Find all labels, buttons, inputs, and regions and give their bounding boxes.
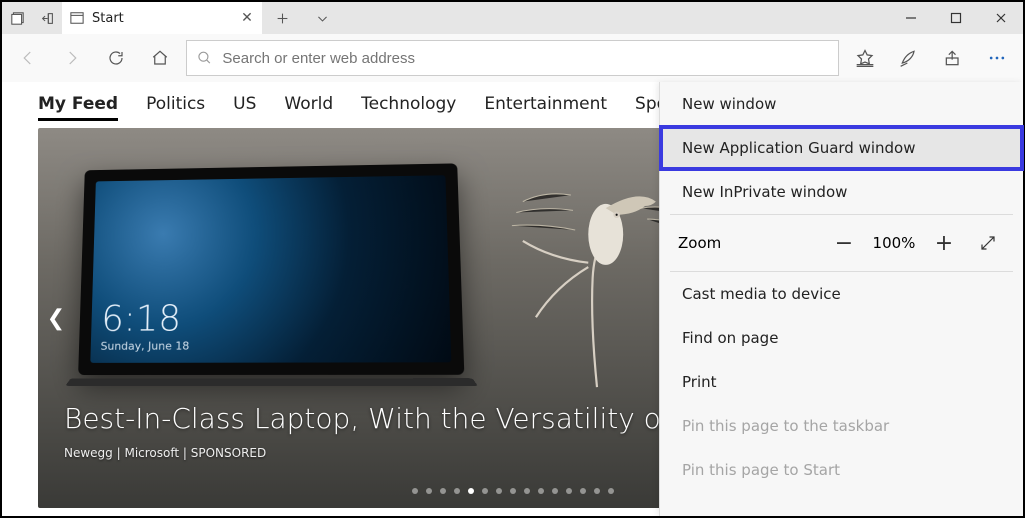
menu-new-window[interactable]: New window xyxy=(660,82,1023,126)
address-input[interactable] xyxy=(220,49,828,68)
carousel-dot[interactable] xyxy=(524,488,530,494)
title-bar: Start ✕ xyxy=(2,2,1023,34)
zoom-out-button[interactable]: − xyxy=(827,226,861,260)
menu-print[interactable]: Print xyxy=(660,360,1023,404)
menu-zoom-row: Zoom − 100% + xyxy=(660,215,1023,271)
carousel-dot[interactable] xyxy=(426,488,432,494)
nav-back-button[interactable] xyxy=(10,40,46,76)
feed-nav-item[interactable]: World xyxy=(284,94,333,121)
tab-start[interactable]: Start ✕ xyxy=(62,2,262,34)
carousel-dot[interactable] xyxy=(412,488,418,494)
feed-nav-item[interactable]: My Feed xyxy=(38,94,118,121)
more-menu: New window New Application Guard window … xyxy=(659,82,1023,516)
menu-pin-taskbar: Pin this page to the taskbar xyxy=(660,404,1023,448)
carousel-dot[interactable] xyxy=(580,488,586,494)
feed-nav-item[interactable]: Politics xyxy=(146,94,205,121)
menu-pin-start: Pin this page to Start xyxy=(660,448,1023,492)
more-button[interactable] xyxy=(979,40,1015,76)
hero-byline: Newegg | Microsoft | SPONSORED xyxy=(64,446,266,460)
feed-nav-item[interactable]: Entertainment xyxy=(484,94,607,121)
set-aside-tabs-icon[interactable] xyxy=(32,2,62,34)
carousel-dot[interactable] xyxy=(608,488,614,494)
feed-nav-item[interactable]: Technology xyxy=(361,94,456,121)
window-minimize-button[interactable] xyxy=(888,2,933,34)
menu-cast[interactable]: Cast media to device xyxy=(660,272,1023,316)
carousel-dot[interactable] xyxy=(510,488,516,494)
nav-home-button[interactable] xyxy=(142,40,178,76)
web-notes-button[interactable] xyxy=(891,40,927,76)
tab-title: Start xyxy=(92,11,232,26)
search-icon xyxy=(197,50,212,66)
navigation-bar xyxy=(2,34,1023,82)
nav-refresh-button[interactable] xyxy=(98,40,134,76)
carousel-dot[interactable] xyxy=(594,488,600,494)
fullscreen-button[interactable] xyxy=(971,226,1005,260)
address-bar[interactable] xyxy=(186,40,839,76)
nav-forward-button[interactable] xyxy=(54,40,90,76)
carousel-dot[interactable] xyxy=(468,488,474,494)
tab-preview-icon[interactable] xyxy=(2,2,32,34)
feed-nav-item[interactable]: US xyxy=(233,94,256,121)
tabs-dropdown-icon[interactable] xyxy=(302,2,342,34)
carousel-dot[interactable] xyxy=(552,488,558,494)
favorites-button[interactable] xyxy=(847,40,883,76)
zoom-level: 100% xyxy=(871,234,917,252)
carousel-dot[interactable] xyxy=(454,488,460,494)
share-button[interactable] xyxy=(935,40,971,76)
carousel-dot[interactable] xyxy=(482,488,488,494)
window-maximize-button[interactable] xyxy=(933,2,978,34)
new-tab-button[interactable] xyxy=(262,2,302,34)
zoom-in-button[interactable]: + xyxy=(927,226,961,260)
tab-close-icon[interactable]: ✕ xyxy=(240,10,254,26)
edge-page-icon xyxy=(70,11,84,25)
menu-new-inprivate-window[interactable]: New InPrivate window xyxy=(660,170,1023,214)
hero-image-laptop: 6:18 Sunday, June 18 xyxy=(78,163,464,375)
lockscreen-time: 6:18 xyxy=(101,300,440,338)
carousel-dot[interactable] xyxy=(538,488,544,494)
content-area: My Feed Politics US World Technology Entertai… xyxy=(2,82,1023,516)
carousel-dot[interactable] xyxy=(440,488,446,494)
carousel-prev-button[interactable]: ❮ xyxy=(44,298,68,338)
window-close-button[interactable] xyxy=(978,2,1023,34)
zoom-label: Zoom xyxy=(678,234,721,252)
menu-find[interactable]: Find on page xyxy=(660,316,1023,360)
carousel-dot[interactable] xyxy=(566,488,572,494)
lockscreen-date: Sunday, June 18 xyxy=(100,339,440,353)
title-bar-drag-region xyxy=(342,2,888,34)
carousel-dot[interactable] xyxy=(496,488,502,494)
menu-new-app-guard-window[interactable]: New Application Guard window xyxy=(660,126,1023,170)
